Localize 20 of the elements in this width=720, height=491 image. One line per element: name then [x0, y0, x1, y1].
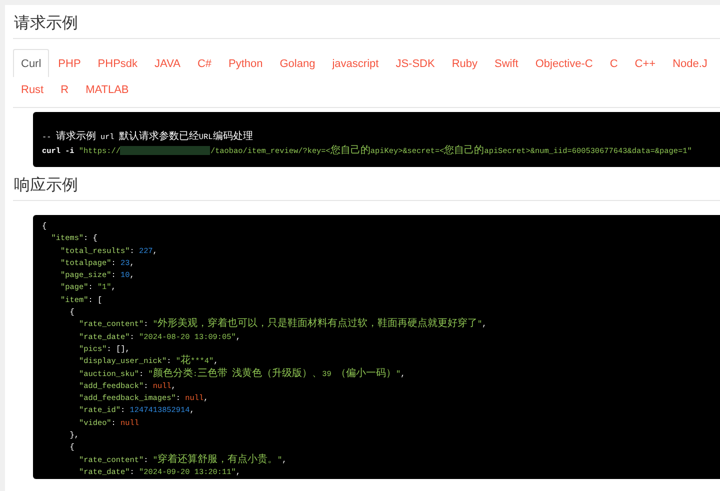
language-tab[interactable]: PHPsdk	[90, 49, 146, 77]
language-tab[interactable]: Curl	[13, 49, 50, 77]
language-tab[interactable]: Rust	[13, 77, 52, 101]
language-tab[interactable]: PHP	[50, 49, 89, 77]
language-tab[interactable]: Golang	[272, 49, 324, 77]
language-tab[interactable]: javascript	[324, 49, 387, 77]
section-title: 响应示例	[14, 176, 78, 196]
section-title: 请求示例	[14, 14, 78, 34]
language-tab[interactable]: Ruby	[444, 49, 486, 77]
language-tab[interactable]: R	[52, 77, 77, 101]
language-tab[interactable]: JAVA	[146, 49, 188, 77]
language-tab[interactable]: C#	[189, 49, 220, 77]
language-tab[interactable]: MATLAB	[78, 77, 137, 101]
language-tab[interactable]: C	[602, 49, 626, 77]
language-tab[interactable]: Swift	[486, 49, 526, 77]
language-tab[interactable]: Objective-C	[527, 49, 601, 77]
language-tab[interactable]: Python	[220, 49, 271, 77]
language-tab[interactable]: C++	[626, 49, 664, 77]
language-tab[interactable]: JS-SDK	[388, 49, 443, 77]
language-tab[interactable]: Node.J	[664, 49, 716, 77]
